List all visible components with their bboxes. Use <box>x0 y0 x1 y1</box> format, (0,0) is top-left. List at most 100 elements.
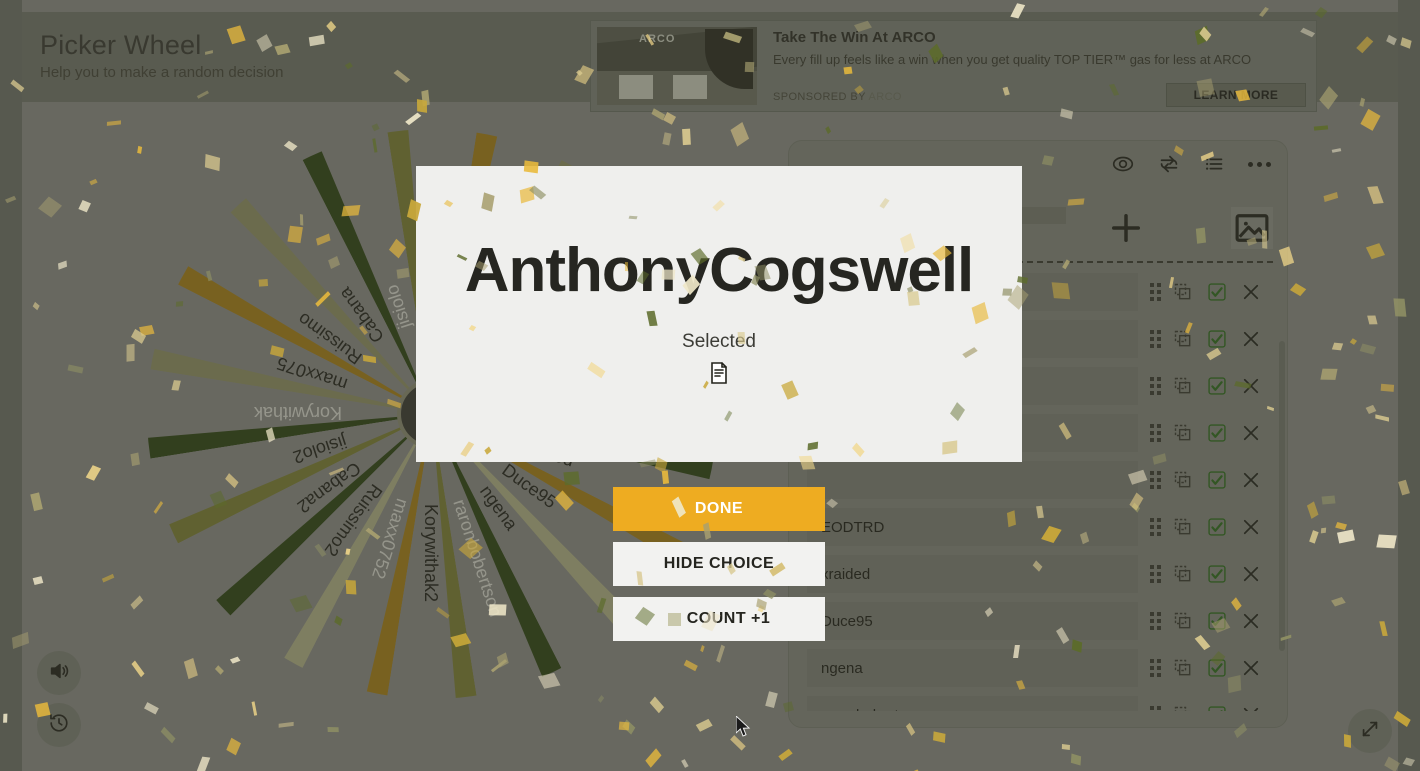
entry-name-field[interactable]: raronbobertson <box>807 696 1138 711</box>
checkbox-checked-icon[interactable] <box>1205 515 1229 539</box>
delete-icon[interactable] <box>1239 374 1263 398</box>
entry-actions <box>1138 562 1277 586</box>
page-title: Picker Wheel <box>40 30 202 60</box>
entry-actions <box>1138 421 1277 445</box>
result-status: Selected <box>682 331 756 353</box>
entry-name-field[interactable]: ngena <box>807 649 1138 687</box>
entry-name-field[interactable]: EODTRD <box>807 508 1138 546</box>
image-icon[interactable] <box>1231 207 1273 249</box>
entry-row[interactable]: Duce95 <box>807 598 1277 644</box>
entry-name-field[interactable]: Duce95 <box>807 602 1138 640</box>
page-gutter-left <box>0 0 22 771</box>
entry-actions <box>1138 468 1277 492</box>
drag-handle-icon[interactable] <box>1150 659 1161 677</box>
duplicate-icon[interactable] <box>1171 374 1195 398</box>
result-name: AnthonyCogswell <box>464 235 975 305</box>
sound-toggle-button[interactable] <box>37 651 81 695</box>
result-actions: DONE HIDE CHOICE COUNT +1 <box>613 487 825 652</box>
delete-icon[interactable] <box>1239 280 1263 304</box>
page-subtitle: Help you to make a random decision <box>40 64 284 81</box>
duplicate-icon[interactable] <box>1171 656 1195 680</box>
ad-body: Take The Win At ARCO Every fill up feels… <box>763 21 1316 111</box>
ad-description: Every fill up feels like a win when you … <box>773 52 1252 67</box>
app-header: Picker Wheel Help you to make a random d… <box>22 12 1398 112</box>
count-plus-one-button[interactable]: COUNT +1 <box>613 597 825 641</box>
entry-actions <box>1138 703 1277 711</box>
list-icon[interactable] <box>1200 149 1230 179</box>
drag-handle-icon[interactable] <box>1150 565 1161 583</box>
entry-row[interactable]: ngena <box>807 645 1277 691</box>
entry-row[interactable]: raronbobertson <box>807 692 1277 711</box>
checkbox-checked-icon[interactable] <box>1205 421 1229 445</box>
duplicate-icon[interactable] <box>1171 515 1195 539</box>
history-icon <box>48 712 70 739</box>
count-chip-icon <box>667 612 681 626</box>
entry-actions <box>1138 280 1277 304</box>
checkbox-checked-icon[interactable] <box>1205 562 1229 586</box>
entry-actions <box>1138 656 1277 680</box>
entry-name-field[interactable] <box>807 461 1138 499</box>
mouse-cursor <box>735 714 752 743</box>
checkbox-checked-icon[interactable] <box>1205 656 1229 680</box>
delete-icon[interactable] <box>1239 421 1263 445</box>
sound-icon <box>48 660 70 687</box>
done-button[interactable]: DONE <box>613 487 825 531</box>
entries-scrollbar[interactable] <box>1279 341 1285 651</box>
checkbox-checked-icon[interactable] <box>1205 280 1229 304</box>
hide-choice-button[interactable]: HIDE CHOICE <box>613 542 825 586</box>
history-button[interactable] <box>37 703 81 747</box>
drag-handle-icon[interactable] <box>1150 471 1161 489</box>
eye-icon[interactable] <box>1108 149 1138 179</box>
checkbox-checked-icon[interactable] <box>1205 703 1229 711</box>
duplicate-icon[interactable] <box>1171 703 1195 711</box>
delete-icon[interactable] <box>1239 703 1263 711</box>
duplicate-icon[interactable] <box>1171 609 1195 633</box>
ad-sponsor-name: ARCO <box>868 91 902 103</box>
checkbox-checked-icon[interactable] <box>1205 609 1229 633</box>
drag-handle-icon[interactable] <box>1150 330 1161 348</box>
checkbox-checked-icon[interactable] <box>1205 468 1229 492</box>
plus-icon[interactable] <box>1105 207 1147 249</box>
duplicate-icon[interactable] <box>1171 421 1195 445</box>
brand: Picker Wheel Help you to make a random d… <box>40 30 283 81</box>
fullscreen-button[interactable] <box>1348 709 1392 753</box>
drag-handle-icon[interactable] <box>1150 424 1161 442</box>
delete-icon[interactable] <box>1239 562 1263 586</box>
delete-icon[interactable] <box>1239 327 1263 351</box>
entry-name-field[interactable]: xraided <box>807 555 1138 593</box>
page-gutter-right <box>1398 0 1420 771</box>
duplicate-icon[interactable] <box>1171 562 1195 586</box>
drag-handle-icon[interactable] <box>1150 377 1161 395</box>
entry-row[interactable]: xraided <box>807 551 1277 597</box>
drag-handle-icon[interactable] <box>1150 706 1161 711</box>
entry-row[interactable] <box>807 457 1277 503</box>
document-icon[interactable] <box>709 361 729 390</box>
duplicate-icon[interactable] <box>1171 468 1195 492</box>
expand-icon <box>1359 718 1381 745</box>
app-root: Picker Wheel Help you to make a random d… <box>0 0 1420 771</box>
ad-thumbnail: ARCO <box>597 27 757 105</box>
panel-toolbar <box>1108 149 1273 179</box>
shuffle-icon[interactable] <box>1154 149 1184 179</box>
delete-icon[interactable] <box>1239 468 1263 492</box>
result-dialog: AnthonyCogswell Selected <box>416 166 1022 462</box>
entry-actions <box>1138 609 1277 633</box>
entry-actions <box>1138 374 1277 398</box>
duplicate-icon[interactable] <box>1171 280 1195 304</box>
entry-actions <box>1138 327 1277 351</box>
ad-sponsor: SPONSORED BY ARCO <box>773 91 902 103</box>
ad-thumb-logo: ARCO <box>639 33 676 45</box>
delete-icon[interactable] <box>1239 515 1263 539</box>
checkbox-checked-icon[interactable] <box>1205 327 1229 351</box>
checkbox-checked-icon[interactable] <box>1205 374 1229 398</box>
drag-handle-icon[interactable] <box>1150 283 1161 301</box>
entry-row[interactable]: EODTRD <box>807 504 1277 550</box>
drag-handle-icon[interactable] <box>1150 518 1161 536</box>
drag-handle-icon[interactable] <box>1150 612 1161 630</box>
delete-icon[interactable] <box>1239 656 1263 680</box>
delete-icon[interactable] <box>1239 609 1263 633</box>
advertisement-banner[interactable]: ARCO Take The Win At ARCO Every fill up … <box>590 20 1317 112</box>
duplicate-icon[interactable] <box>1171 327 1195 351</box>
count-label: COUNT +1 <box>686 610 771 627</box>
more-icon[interactable] <box>1246 156 1273 173</box>
